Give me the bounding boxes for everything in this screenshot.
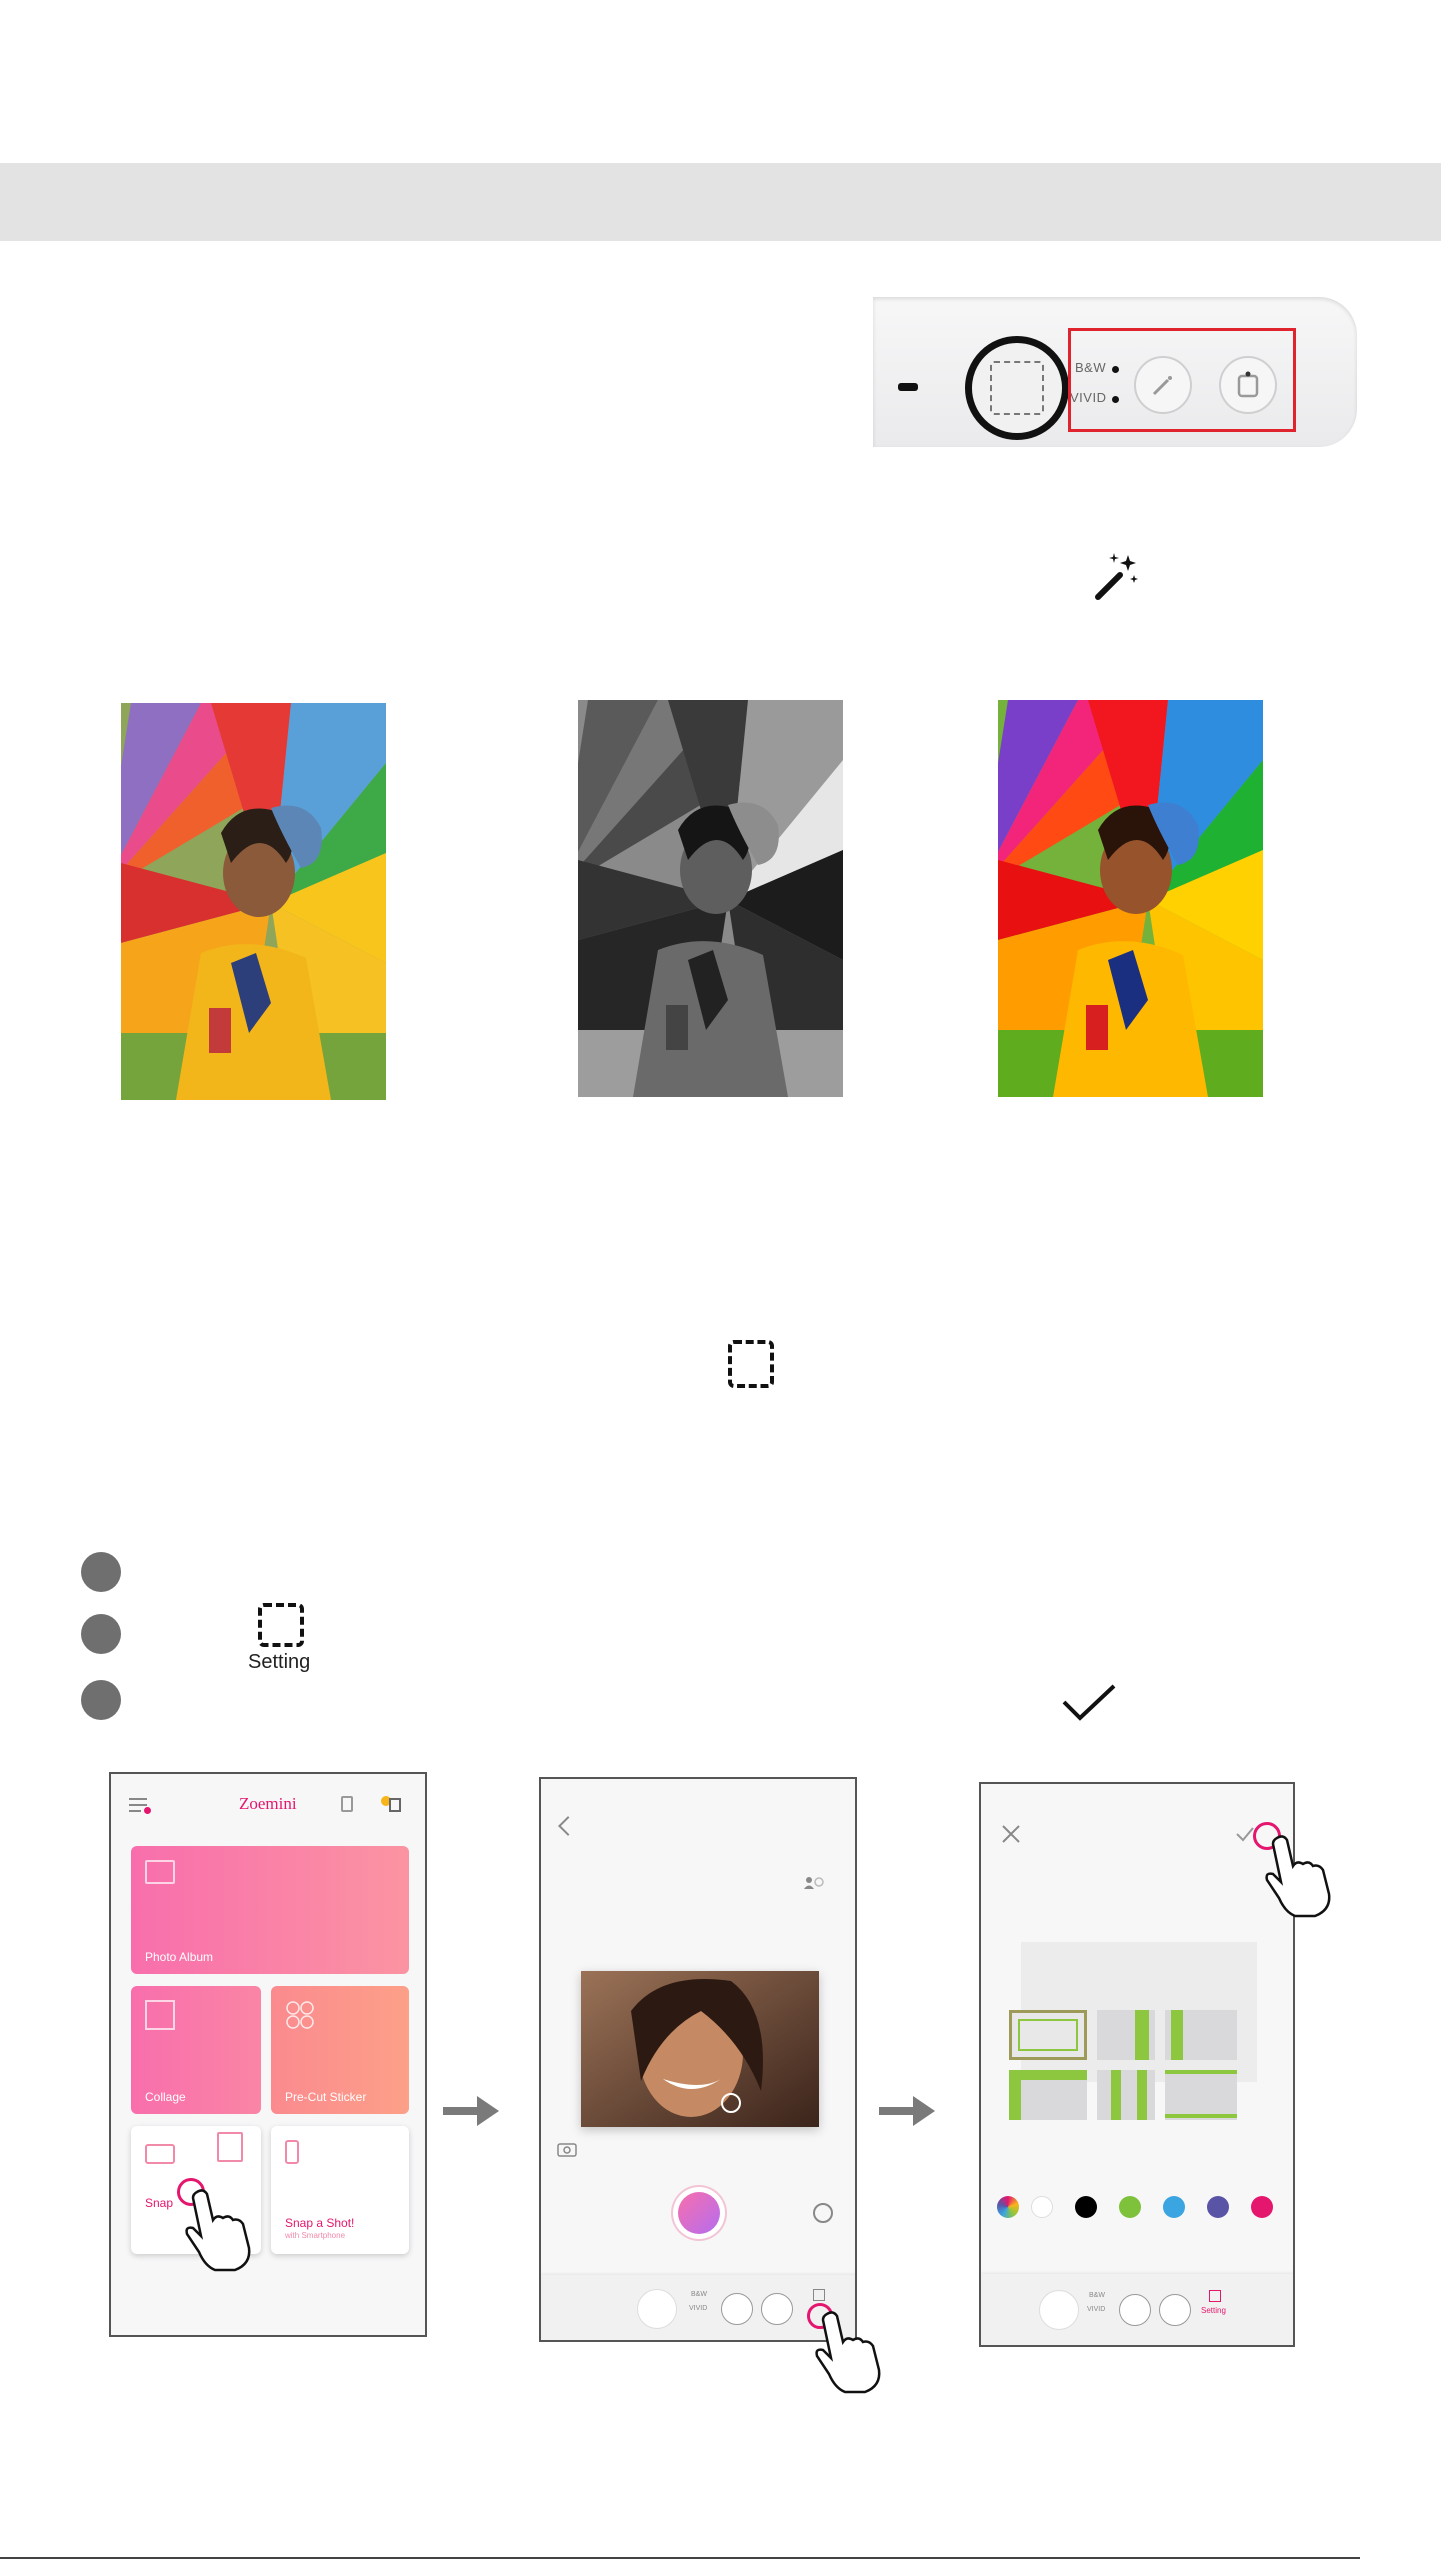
frame-option[interactable] (1097, 2010, 1155, 2060)
arrow-right-icon (879, 2094, 935, 2128)
frame-icon (728, 1340, 774, 1388)
photo-bw (578, 700, 843, 1097)
camera-icon (145, 2144, 175, 2164)
app-camera-screen: B&W VIVID (539, 1777, 857, 2342)
vivid-label: VIVID (1087, 2306, 1106, 2313)
hand-pointer-icon (813, 2308, 893, 2394)
bw-label: B&W (1089, 2292, 1105, 2299)
camera-flip-icon[interactable] (557, 2139, 579, 2157)
tile-label: Snap a Shot! (285, 2216, 355, 2230)
highlight-box (1068, 328, 1296, 432)
tile-label: Pre-Cut Sticker (285, 2090, 367, 2104)
precut-sticker-tile[interactable]: Pre-Cut Sticker (271, 1986, 409, 2114)
step-1-bullet (81, 1552, 121, 1592)
frame-button[interactable] (761, 2293, 793, 2325)
app-home-screen: Zoemini Photo Album Collage Pre-Cut Stic… (109, 1772, 427, 2337)
setting-icon-label: Setting (248, 1651, 311, 1673)
preview-photo (581, 1971, 819, 2127)
image-icon (145, 1860, 175, 1884)
step-3-bullet (81, 1680, 121, 1720)
photo-album-tile[interactable]: Photo Album (131, 1846, 409, 1974)
frame-option[interactable] (1097, 2070, 1155, 2120)
frame-option[interactable] (1165, 2010, 1237, 2060)
camera-slot (898, 383, 918, 391)
tile-label: Photo Album (145, 1950, 214, 1964)
arrow-right-icon (443, 2094, 499, 2128)
tile-sublabel: with Smartphone (285, 2231, 346, 2240)
color-swatch[interactable] (1207, 2196, 1229, 2218)
switch-camera-icon[interactable] (803, 1875, 825, 1889)
header-bar (0, 163, 1441, 241)
color-palette (1031, 2196, 1291, 2220)
frame-option-selected[interactable] (1009, 2010, 1087, 2060)
timer-icon[interactable] (813, 2203, 833, 2223)
setting-icon[interactable] (813, 2289, 825, 2301)
confirm-check-icon[interactable] (1235, 1826, 1255, 1842)
capture-button[interactable] (673, 2187, 725, 2239)
device-shutter (1039, 2290, 1079, 2330)
color-wheel-icon[interactable] (997, 2196, 1019, 2218)
snap-shot-tile[interactable]: Snap a Shot! with Smartphone (271, 2126, 409, 2254)
color-swatch[interactable] (1075, 2196, 1097, 2218)
tile-label: Collage (145, 2090, 186, 2104)
color-swatch[interactable] (1031, 2196, 1053, 2218)
footer-rule (0, 2557, 1360, 2559)
back-icon[interactable] (558, 1816, 578, 1836)
printer-icon[interactable] (381, 1796, 401, 1812)
magic-wand-button[interactable] (721, 2293, 753, 2325)
collage-icon (145, 2000, 175, 2030)
photo-vivid (998, 700, 1263, 1097)
close-icon[interactable] (1001, 1824, 1021, 1844)
checkmark-icon (1060, 1682, 1118, 1722)
magic-wand-icon (1092, 551, 1140, 603)
hand-pointer-icon (1263, 1832, 1343, 1918)
sticker-icon (285, 2000, 315, 2030)
setting-label: Setting (1201, 2306, 1226, 2315)
frame-button[interactable] (1159, 2294, 1191, 2326)
vivid-label: VIVID (689, 2305, 708, 2312)
gallery-icon[interactable] (341, 1796, 353, 1812)
print-icon (217, 2132, 243, 2162)
menu-icon[interactable] (129, 1798, 151, 1814)
color-swatch[interactable] (1163, 2196, 1185, 2218)
hand-pointer-icon (183, 2186, 263, 2272)
app-setting-screen: B&W VIVID Setting (979, 1782, 1295, 2347)
frame-option[interactable] (1165, 2070, 1237, 2120)
setting-icon (258, 1603, 304, 1647)
collage-tile[interactable]: Collage (131, 1986, 261, 2114)
setting-icon[interactable] (1209, 2290, 1221, 2302)
device-control-bar: B&W VIVID Setting (981, 2274, 1293, 2345)
tile-label: Snap (145, 2196, 174, 2210)
phone-icon (285, 2140, 299, 2164)
color-swatch[interactable] (1119, 2196, 1141, 2218)
frame-option[interactable] (1009, 2070, 1087, 2120)
step-2-bullet (81, 1614, 121, 1654)
photo-normal (121, 703, 386, 1100)
device-shutter (637, 2289, 677, 2329)
app-logo: Zoemini (239, 1794, 297, 1813)
frame-icon (990, 361, 1044, 415)
color-swatch[interactable] (1251, 2196, 1273, 2218)
bw-label: B&W (691, 2291, 707, 2298)
magic-wand-button[interactable] (1119, 2294, 1151, 2326)
